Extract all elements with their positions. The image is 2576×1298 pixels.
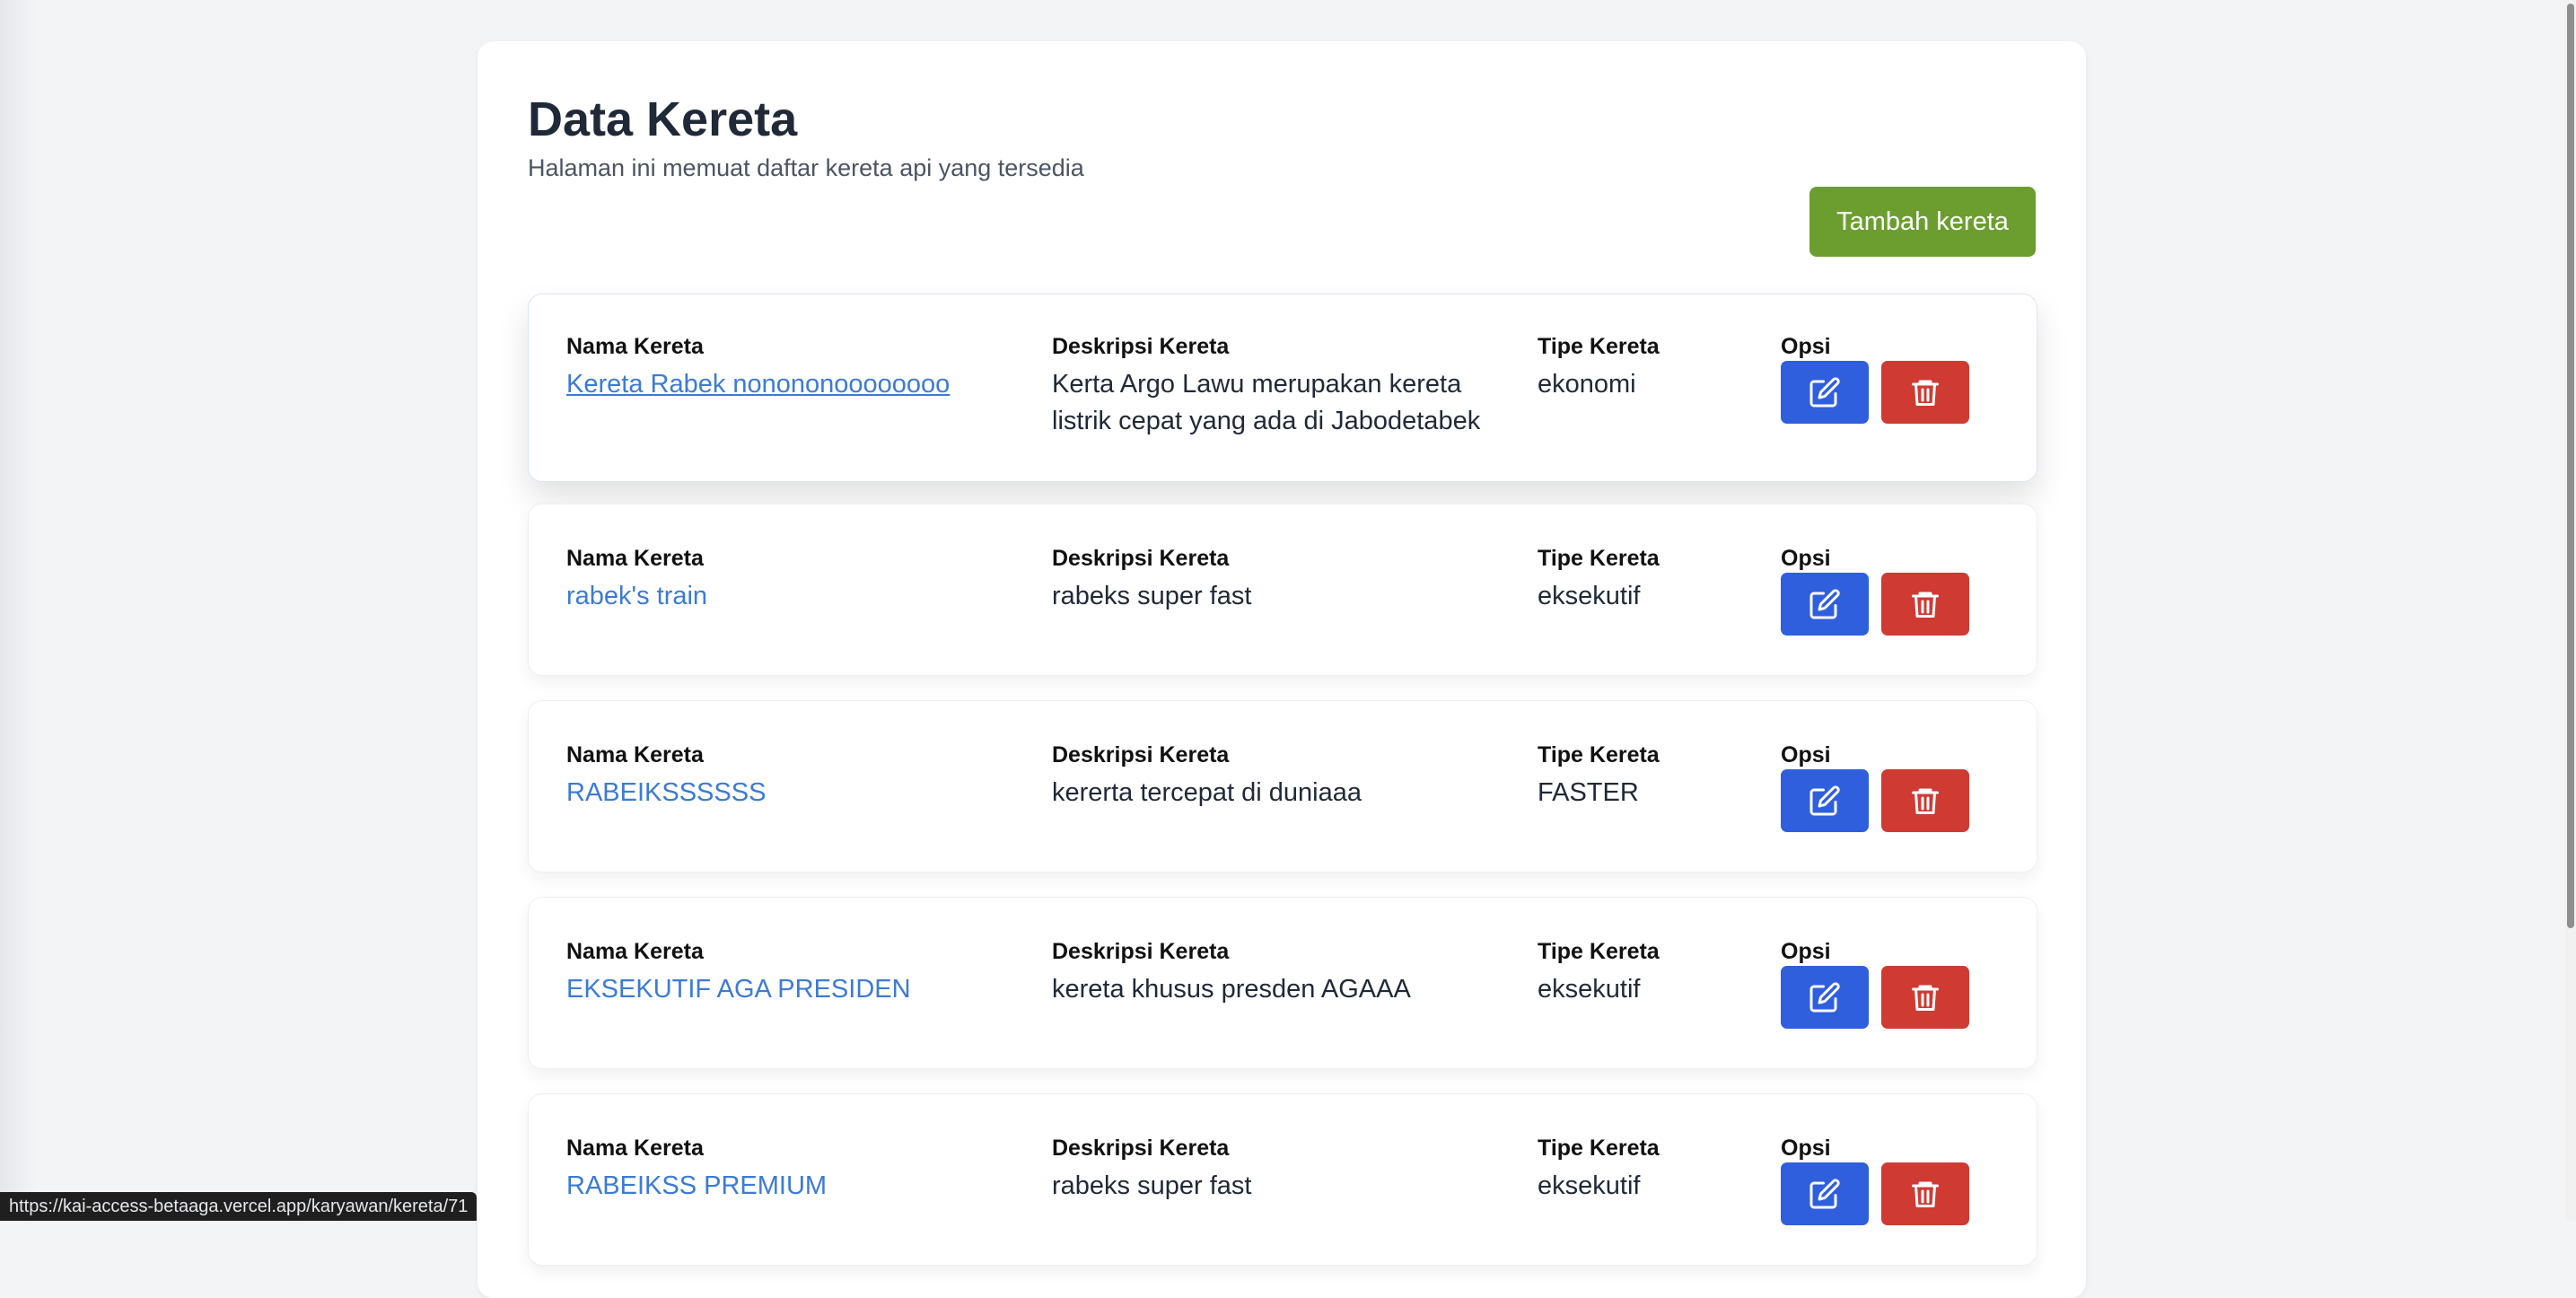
edit-button[interactable] <box>1781 769 1869 832</box>
train-description-cell: Deskripsi Kereta rabeks super fast <box>1052 1134 1528 1205</box>
train-name-link[interactable]: RABEIKSSSSSS <box>566 775 1033 811</box>
train-description-value: kererta tercepat di duniaaa <box>1052 778 1362 807</box>
page-title: Data Kereta <box>528 92 798 146</box>
train-type-cell: Tipe Kereta FASTER <box>1538 741 1762 811</box>
train-name-link[interactable]: RABEIKSS PREMIUM <box>566 1168 1033 1205</box>
train-description-value: rabeks super fast <box>1052 582 1252 610</box>
train-description-value: kereta khusus presden AGAAA <box>1052 975 1411 1004</box>
options-cell: Opsi <box>1781 544 2014 636</box>
add-train-button[interactable]: Tambah kereta <box>1809 187 2036 257</box>
train-description-value: rabeks super fast <box>1052 1171 1252 1200</box>
train-description-label: Deskripsi Kereta <box>1052 334 1230 359</box>
status-bar-url: https://kai-access-betaaga.vercel.app/ka… <box>0 1192 478 1221</box>
train-description-cell: Deskripsi Kereta kereta khusus presden A… <box>1052 937 1528 1008</box>
train-name-link[interactable]: Kereta Rabek nonononoooooooo <box>566 366 1033 403</box>
trash-icon <box>1912 1181 1939 1207</box>
delete-button[interactable] <box>1881 573 1969 636</box>
train-type-value: FASTER <box>1538 778 1639 807</box>
edit-button[interactable] <box>1781 966 1869 1029</box>
delete-button[interactable] <box>1881 361 1969 424</box>
train-name-cell: Nama Kereta RABEIKSS PREMIUM <box>566 1134 1033 1205</box>
pencil-square-icon <box>1809 377 1840 408</box>
options-label: Opsi <box>1781 742 1831 767</box>
row-actions <box>1781 361 1969 424</box>
train-description-cell: Deskripsi Kereta kererta tercepat di dun… <box>1052 741 1528 811</box>
train-type-cell: Tipe Kereta ekonomi <box>1538 332 1762 403</box>
options-cell: Opsi <box>1781 937 2014 1029</box>
trash-icon <box>1912 985 1939 1011</box>
train-type-cell: Tipe Kereta eksekutif <box>1538 937 1762 1008</box>
train-name-label: Nama Kereta <box>566 334 704 359</box>
train-type-label: Tipe Kereta <box>1538 1136 1660 1161</box>
pencil-square-icon <box>1809 589 1840 619</box>
page-subtitle: Halaman ini memuat daftar kereta api yan… <box>528 154 1084 181</box>
train-name-cell: Nama Kereta RABEIKSSSSSS <box>566 741 1033 811</box>
row-actions <box>1781 769 1969 832</box>
edit-button[interactable] <box>1781 1162 1869 1225</box>
options-label: Opsi <box>1781 1136 1831 1161</box>
row-actions <box>1781 966 1969 1029</box>
row-actions <box>1781 573 1969 636</box>
pencil-square-icon <box>1809 982 1840 1013</box>
train-type-value: eksekutif <box>1538 975 1641 1004</box>
train-type-value: ekonomi <box>1538 370 1636 399</box>
train-row: Nama Kereta rabek's train Deskripsi Kere… <box>528 504 2037 676</box>
delete-button[interactable] <box>1881 769 1969 832</box>
scrollbar-thumb[interactable] <box>2567 4 2574 928</box>
train-name-label: Nama Kereta <box>566 1136 704 1161</box>
train-row: Nama Kereta EKSEKUTIF AGA PRESIDEN Deskr… <box>528 897 2037 1069</box>
pencil-square-icon <box>1809 785 1840 816</box>
options-cell: Opsi <box>1781 332 2014 424</box>
train-type-value: eksekutif <box>1538 582 1641 610</box>
train-description-value: Kerta Argo Lawu merupakan kereta listrik… <box>1052 370 1481 435</box>
train-name-label: Nama Kereta <box>566 546 704 571</box>
train-type-label: Tipe Kereta <box>1538 742 1660 767</box>
delete-button[interactable] <box>1881 1162 1969 1225</box>
train-name-cell: Nama Kereta EKSEKUTIF AGA PRESIDEN <box>566 937 1033 1008</box>
train-type-label: Tipe Kereta <box>1538 334 1660 359</box>
train-type-label: Tipe Kereta <box>1538 546 1660 571</box>
pencil-square-icon <box>1809 1179 1840 1209</box>
trash-icon <box>1912 788 1939 814</box>
trash-icon <box>1912 380 1939 406</box>
train-name-cell: Nama Kereta Kereta Rabek nonononoooooooo <box>566 332 1033 403</box>
options-cell: Opsi <box>1781 1134 2014 1225</box>
train-description-label: Deskripsi Kereta <box>1052 742 1230 767</box>
train-name-link[interactable]: rabek's train <box>566 578 1033 615</box>
train-description-label: Deskripsi Kereta <box>1052 1136 1230 1161</box>
edit-button[interactable] <box>1781 573 1869 636</box>
delete-button[interactable] <box>1881 966 1969 1029</box>
options-label: Opsi <box>1781 334 1831 359</box>
left-gutter <box>0 0 36 1221</box>
train-description-label: Deskripsi Kereta <box>1052 546 1230 571</box>
train-type-cell: Tipe Kereta eksekutif <box>1538 544 1762 615</box>
train-row: Nama Kereta Kereta Rabek nonononoooooooo… <box>528 294 2037 482</box>
options-label: Opsi <box>1781 939 1831 964</box>
trash-icon <box>1912 592 1939 618</box>
options-cell: Opsi <box>1781 741 2014 832</box>
edit-button[interactable] <box>1781 361 1869 424</box>
train-name-cell: Nama Kereta rabek's train <box>566 544 1033 615</box>
options-label: Opsi <box>1781 546 1831 571</box>
train-type-cell: Tipe Kereta eksekutif <box>1538 1134 1762 1205</box>
train-description-cell: Deskripsi Kereta rabeks super fast <box>1052 544 1528 615</box>
train-row: Nama Kereta RABEIKSSSSSS Deskripsi Keret… <box>528 700 2037 873</box>
train-type-label: Tipe Kereta <box>1538 939 1660 964</box>
train-data-panel: Data Kereta Halaman ini memuat daftar ke… <box>478 41 2086 1298</box>
train-description-label: Deskripsi Kereta <box>1052 939 1230 964</box>
train-type-value: eksekutif <box>1538 1171 1641 1200</box>
train-name-label: Nama Kereta <box>566 742 704 767</box>
row-actions <box>1781 1162 1969 1225</box>
train-name-link[interactable]: EKSEKUTIF AGA PRESIDEN <box>566 971 1033 1008</box>
train-description-cell: Deskripsi Kereta Kerta Argo Lawu merupak… <box>1052 332 1528 440</box>
train-name-label: Nama Kereta <box>566 939 704 964</box>
train-row: Nama Kereta RABEIKSS PREMIUM Deskripsi K… <box>528 1093 2037 1266</box>
